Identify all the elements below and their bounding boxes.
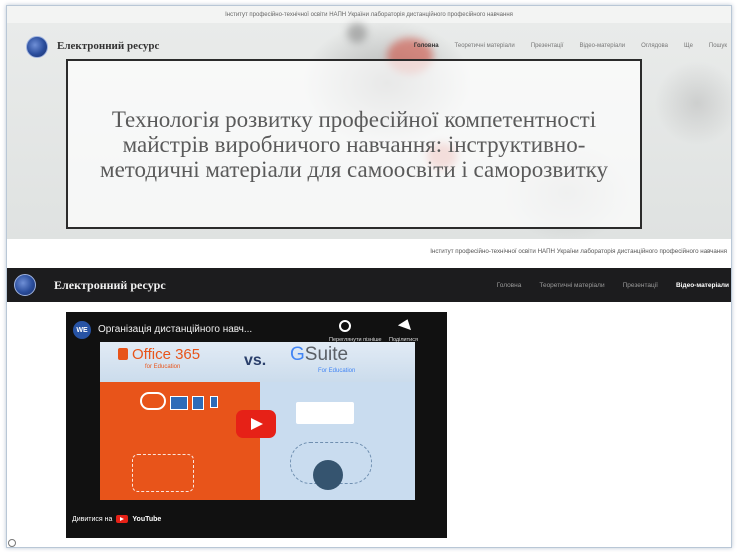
play-icon[interactable] [236, 410, 276, 438]
site-logo-icon[interactable] [14, 274, 36, 296]
share-label[interactable]: Поділитися [389, 337, 418, 343]
office-subtext: for Education [145, 364, 181, 370]
dark-navbar: Електронний ресурс Головна Теоретичні ма… [7, 268, 731, 302]
menu-presentations[interactable]: Презентації [623, 282, 658, 289]
corner-circle-icon [8, 539, 16, 547]
hero-title-box: Технологія розвитку професійної компетен… [66, 59, 642, 229]
menu-video-materials[interactable]: Відео-матеріали [676, 282, 729, 289]
thumbnail-title-strip: Office 365 for Education vs. GSuite For … [100, 342, 415, 382]
menu-theory[interactable]: Теоретичні матеріали [539, 282, 604, 289]
video-title[interactable]: Організація дистанційного навч... [98, 324, 252, 335]
watch-later-label[interactable]: Переглянути пізніше [329, 337, 382, 343]
menu-home[interactable]: Головна [497, 282, 522, 289]
top-menu: Головна Теоретичні матеріали Презентації… [414, 43, 727, 49]
site-title[interactable]: Електронний ресурс [54, 278, 166, 293]
office-logo-icon [118, 348, 128, 360]
watch-on-label: Дивитися на [72, 515, 113, 523]
hero-title: Технологія розвитку професійної компетен… [100, 106, 608, 182]
share-icon[interactable] [397, 316, 415, 331]
laptop-icon [170, 396, 188, 410]
gsuite-text: GSuite [290, 344, 348, 366]
top-institute-banner: Інститут професійно-технічної освіти НАП… [7, 6, 731, 23]
office-text: Office 365 [132, 346, 201, 363]
youtube-embed[interactable]: Office 365 for Education vs. GSuite For … [66, 312, 447, 538]
top-page: Інститут професійно-технічної освіти НАП… [7, 6, 731, 239]
site-logo-icon[interactable] [26, 36, 48, 58]
apps-grid-icon [296, 402, 354, 424]
top-menu-theory[interactable]: Теоретичні матеріали [455, 43, 515, 49]
gsuite-rest: Suite [304, 344, 349, 365]
top-site-title[interactable]: Електронний ресурс [57, 40, 159, 52]
youtube-icon [116, 515, 129, 523]
network-icon [132, 454, 194, 492]
graduation-cap-icon [313, 460, 343, 490]
top-menu-presentations[interactable]: Презентації [531, 43, 564, 49]
video-header: WE Організація дистанційного навч... Пер… [66, 312, 447, 344]
top-menu-overview[interactable]: Оглядова [641, 43, 668, 49]
institute-banner: Інститут професійно-технічної освіти НАП… [7, 242, 731, 261]
cloud-icon [140, 392, 166, 410]
screenshot-frame: Інститут професійно-технічної освіти НАП… [6, 5, 732, 548]
gsuite-subtext: For Education [318, 368, 356, 374]
main-menu: Головна Теоретичні матеріали Презентації… [497, 282, 729, 289]
clock-icon[interactable] [339, 320, 351, 332]
video-bottom-bar [66, 508, 206, 538]
vs-text: vs. [244, 352, 267, 369]
youtube-wordmark: YouTube [132, 515, 162, 523]
gsuite-g: G [290, 344, 305, 365]
tablet-icon [192, 396, 204, 410]
top-menu-video[interactable]: Відео-матеріали [579, 43, 625, 49]
watch-on-youtube-button[interactable]: Дивитися на YouTube [72, 515, 161, 523]
phone-icon [210, 396, 218, 408]
top-menu-home[interactable]: Головна [414, 43, 439, 49]
channel-avatar[interactable]: WE [73, 321, 91, 339]
video-thumbnail[interactable]: Office 365 for Education vs. GSuite For … [100, 342, 415, 500]
top-menu-search[interactable]: Пошук [709, 43, 727, 49]
top-menu-more[interactable]: Ще [684, 43, 693, 49]
